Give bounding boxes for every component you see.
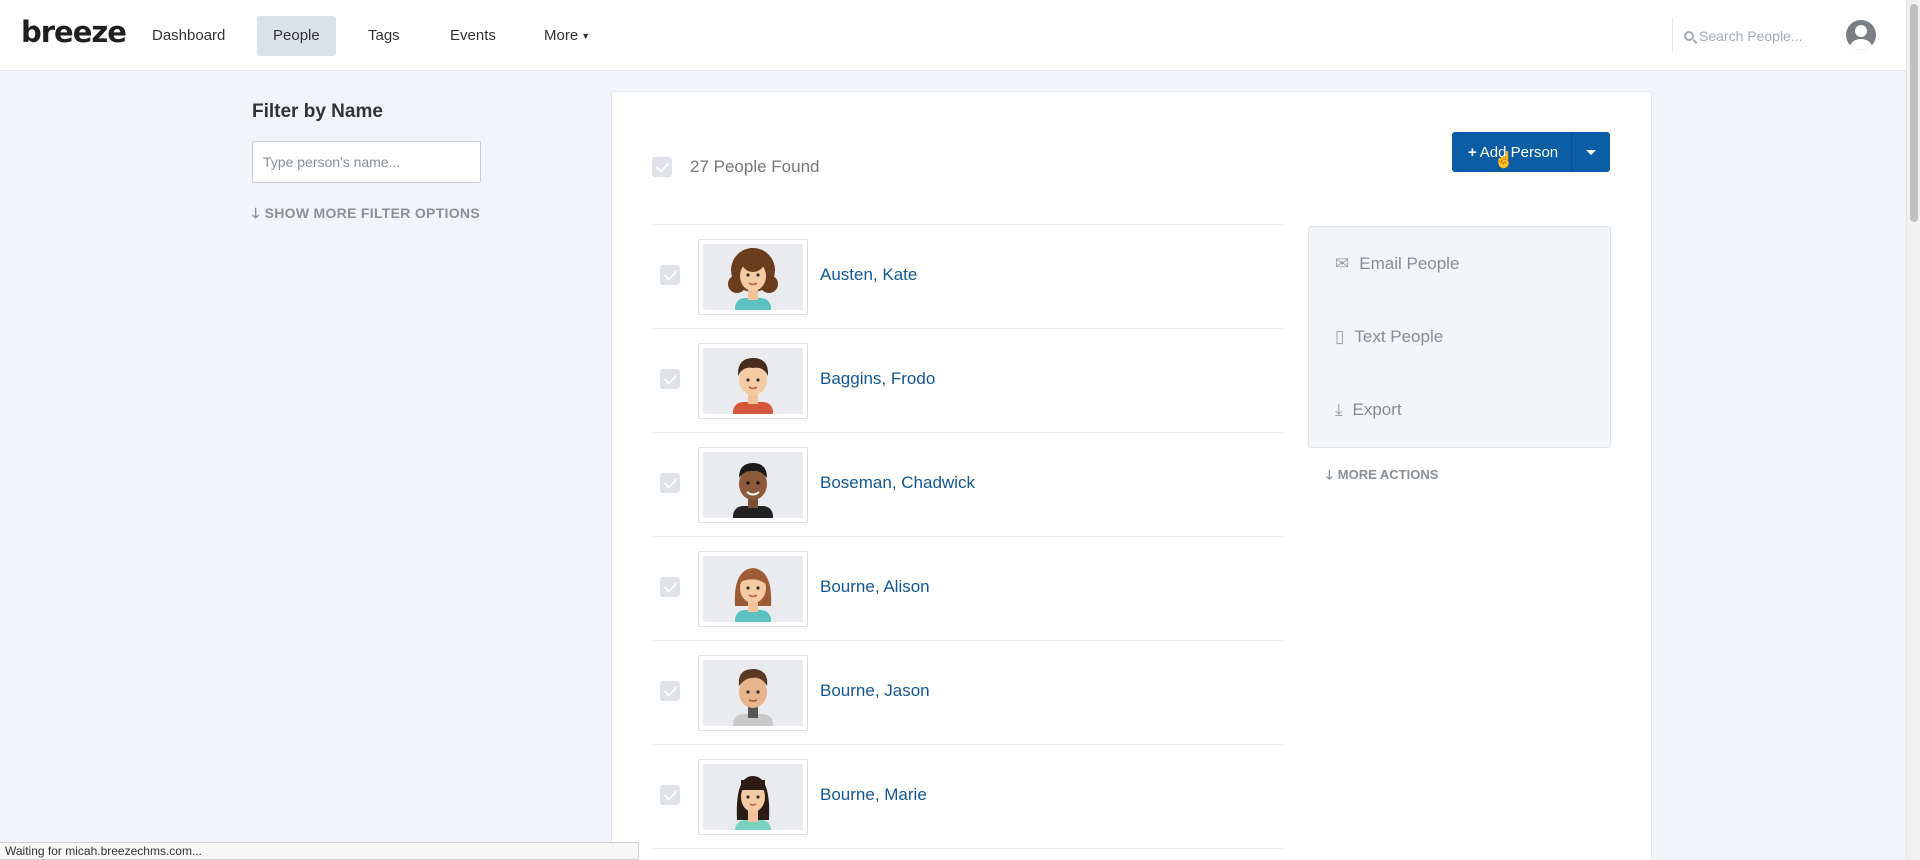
avatar-kate-icon: [728, 248, 778, 310]
email-people-action[interactable]: ✉ Email People: [1335, 254, 1459, 274]
filter-title: Filter by Name: [252, 101, 383, 122]
filter-name-input[interactable]: [252, 141, 481, 183]
person-name-link[interactable]: Bourne, Alison: [820, 577, 930, 597]
chevron-down-icon: ▼: [581, 31, 591, 41]
add-person-main[interactable]: + Add Person: [1452, 132, 1572, 172]
person-photo[interactable]: [698, 343, 808, 419]
search-people-input[interactable]: Search People...: [1684, 27, 1824, 45]
nav-tags[interactable]: Tags: [352, 16, 416, 56]
person-row: Austen, Kate: [653, 225, 1283, 329]
top-navbar: breeze Dashboard People Tags Events More…: [0, 0, 1906, 71]
avatar-alison-icon: [734, 568, 772, 622]
plus-icon: +: [1468, 143, 1477, 161]
person-checkbox[interactable]: [660, 473, 680, 493]
arrow-down-icon: 🡓: [252, 205, 260, 221]
show-more-filters-label: SHOW MORE FILTER OPTIONS: [264, 205, 480, 221]
add-person-label: Add Person: [1479, 143, 1559, 161]
person-row: Bourne, Jason: [653, 641, 1283, 745]
person-checkbox[interactable]: [660, 785, 680, 805]
person-checkbox[interactable]: [660, 681, 680, 701]
nav-dashboard[interactable]: Dashboard: [136, 16, 241, 56]
text-people-action[interactable]: ▯ Text People: [1335, 327, 1443, 347]
more-actions-link[interactable]: 🡓 MORE ACTIONS: [1326, 466, 1438, 488]
arrow-down-icon: 🡓: [1326, 467, 1333, 482]
avatar-frodo-icon: [733, 358, 773, 414]
person-photo[interactable]: [698, 655, 808, 731]
search-placeholder: Search People...: [1699, 28, 1803, 44]
export-action[interactable]: ⤓ Export: [1335, 400, 1402, 420]
avatar-marie-icon: [735, 776, 771, 830]
scrollbar-thumb[interactable]: [1910, 4, 1918, 222]
avatar-jason-icon: [733, 668, 773, 726]
nav-events[interactable]: Events: [434, 16, 512, 56]
person-checkbox[interactable]: [660, 577, 680, 597]
add-person-button[interactable]: + Add Person: [1452, 132, 1610, 172]
caret-down-icon: [1586, 149, 1596, 155]
download-icon: ⤓: [1335, 400, 1343, 419]
nav-more[interactable]: More ▼: [528, 16, 606, 56]
nav-people[interactable]: People: [257, 16, 336, 56]
envelope-icon: ✉: [1335, 254, 1350, 273]
people-found-count: 27 People Found: [690, 157, 820, 176]
person-photo[interactable]: [698, 447, 808, 523]
person-checkbox[interactable]: [660, 265, 680, 285]
person-photo[interactable]: [698, 551, 808, 627]
person-photo[interactable]: [698, 759, 808, 835]
email-people-label: Email People: [1359, 254, 1460, 273]
mobile-phone-icon: ▯: [1335, 327, 1345, 346]
search-divider: [1672, 18, 1673, 52]
person-row: Boseman, Chadwick: [653, 433, 1283, 537]
person-name-link[interactable]: Boseman, Chadwick: [820, 473, 975, 493]
user-avatar-icon[interactable]: [1846, 20, 1876, 50]
person-name-link[interactable]: Bourne, Marie: [820, 785, 927, 805]
person-name-link[interactable]: Baggins, Frodo: [820, 369, 935, 389]
breeze-logo[interactable]: breeze: [21, 15, 127, 49]
text-people-label: Text People: [1354, 327, 1444, 346]
page-scrollbar[interactable]: [1906, 0, 1920, 860]
show-more-filters-link[interactable]: 🡓 SHOW MORE FILTER OPTIONS: [252, 203, 480, 227]
bulk-actions-box: ✉ Email People ▯ Text People ⤓ Export: [1308, 226, 1611, 448]
nav-more-label: More: [544, 27, 579, 44]
person-name-link[interactable]: Bourne, Jason: [820, 681, 930, 701]
avatar-chadwick-icon: [733, 463, 773, 518]
export-label: Export: [1352, 400, 1402, 419]
person-row: Baggins, Frodo: [653, 329, 1283, 433]
person-row: Bourne, Marie: [653, 745, 1283, 849]
browser-status-bar: Waiting for micah.breezechms.com...: [0, 842, 639, 860]
select-all-checkbox[interactable]: [652, 157, 672, 177]
person-name-link[interactable]: Austen, Kate: [820, 265, 917, 285]
more-actions-label: MORE ACTIONS: [1337, 467, 1439, 482]
person-checkbox[interactable]: [660, 369, 680, 389]
add-person-dropdown-toggle[interactable]: [1572, 132, 1610, 172]
person-photo[interactable]: [698, 239, 808, 315]
search-icon: [1684, 31, 1694, 41]
person-row: Bourne, Alison: [653, 537, 1283, 641]
